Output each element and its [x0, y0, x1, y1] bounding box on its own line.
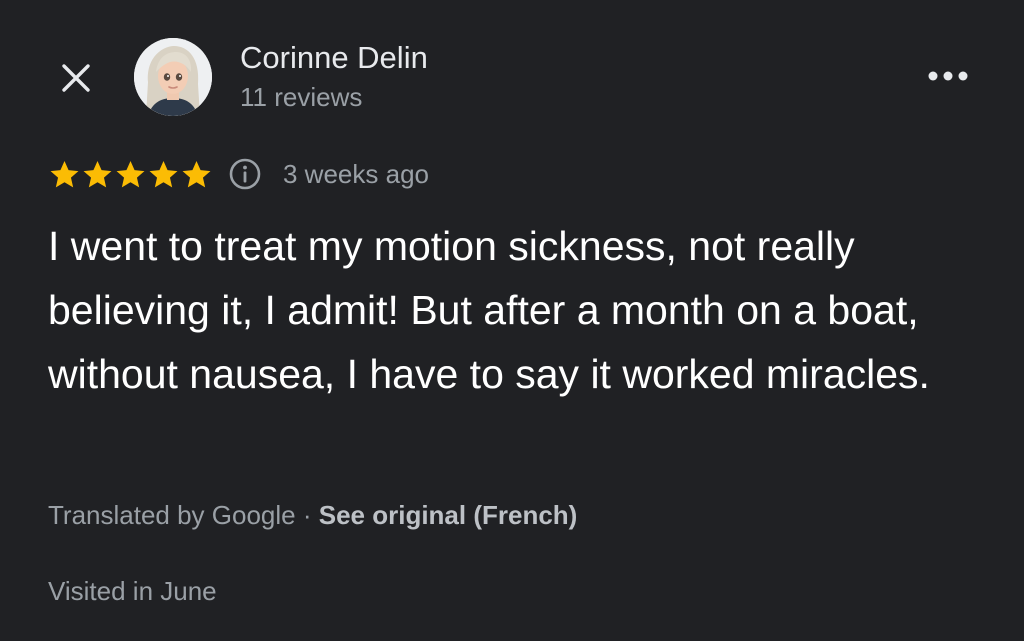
- info-icon: [229, 158, 261, 190]
- more-options-button[interactable]: [920, 54, 976, 98]
- star-filled-icon: [116, 160, 145, 187]
- rating-row: 3 weeks ago: [48, 154, 429, 194]
- author-name[interactable]: Corinne Delin: [240, 40, 428, 76]
- avatar[interactable]: [134, 38, 212, 116]
- author-review-count: 11 reviews: [240, 82, 363, 112]
- info-button[interactable]: [227, 156, 263, 192]
- review-text: I went to treat my motion sickness, not …: [48, 223, 930, 397]
- star-rating: [48, 158, 213, 191]
- translation-row: Translated by Google · See original (Fre…: [48, 500, 577, 531]
- star-filled-icon: [50, 160, 79, 187]
- visited-date: Visited in June: [48, 576, 217, 606]
- star-filled-icon: [149, 160, 178, 187]
- close-button[interactable]: [52, 54, 100, 102]
- translation-label: Translated by Google: [48, 500, 296, 530]
- more-horizontal-icon: [928, 71, 968, 81]
- review-date: 3 weeks ago: [283, 158, 429, 189]
- see-original-link[interactable]: See original (French): [319, 500, 578, 530]
- translation-separator: ·: [295, 500, 319, 530]
- user-avatar: [134, 38, 212, 116]
- close-icon: [62, 64, 90, 92]
- star-filled-icon: [182, 160, 211, 187]
- star-filled-icon: [83, 160, 112, 187]
